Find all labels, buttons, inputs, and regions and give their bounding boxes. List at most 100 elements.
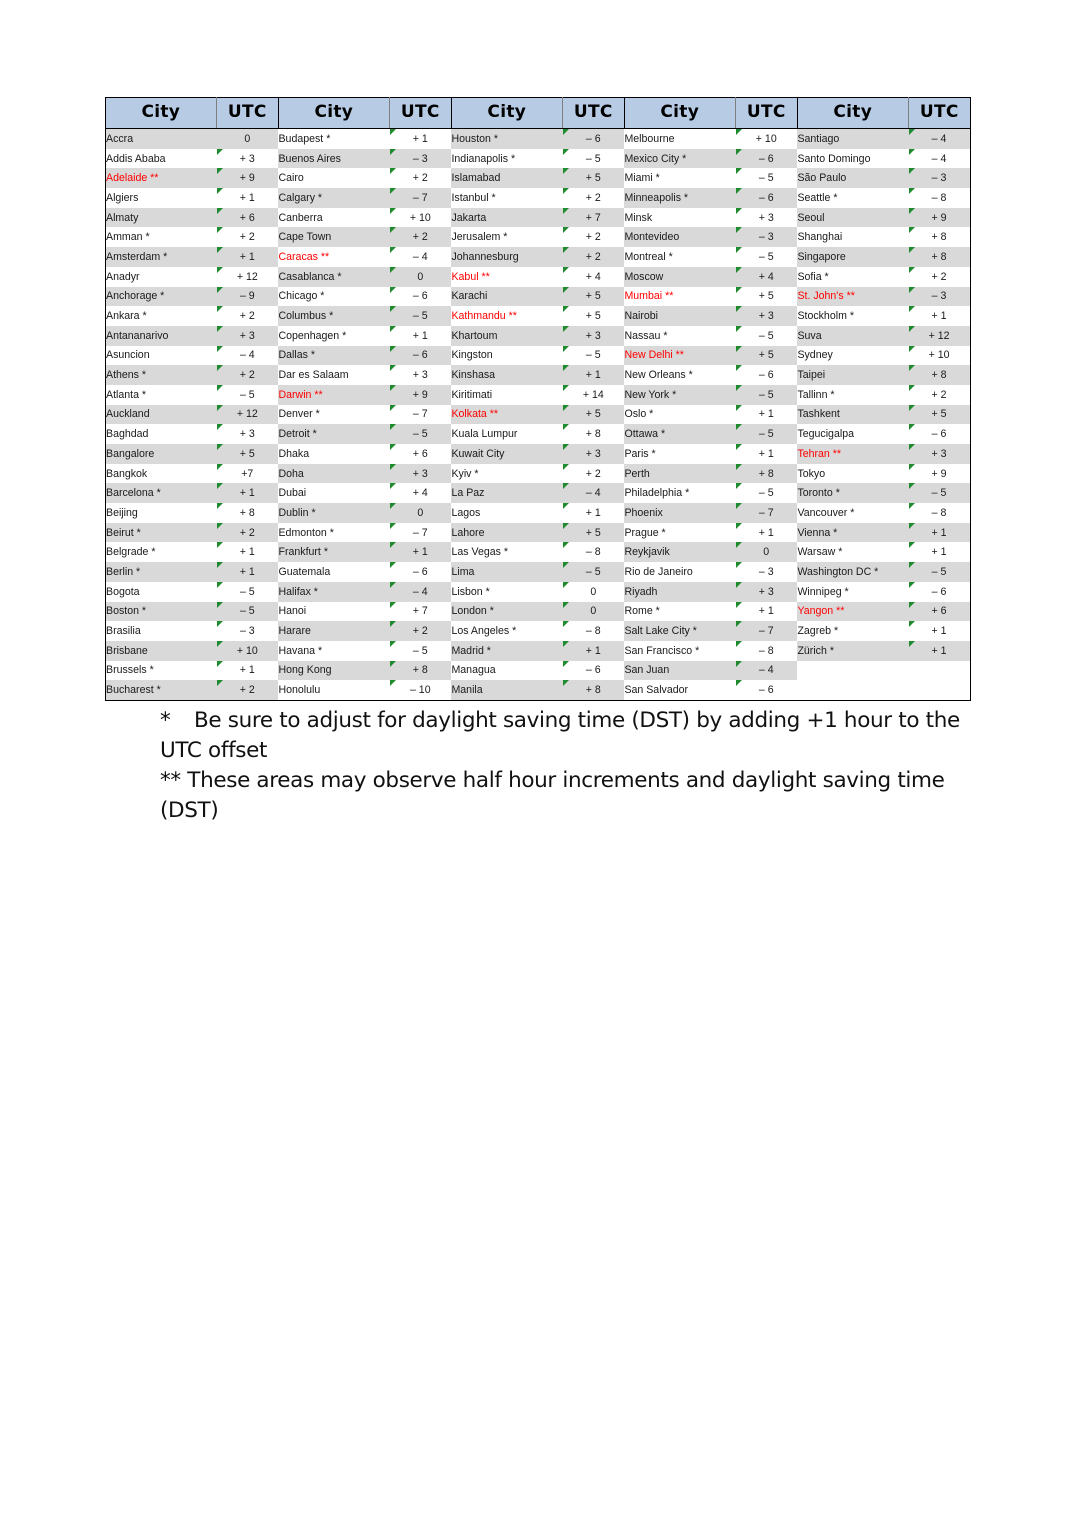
cell-city: Kuala Lumpur	[451, 424, 563, 444]
cell-utc-offset: + 3	[389, 463, 452, 484]
cell-city: Karachi	[451, 286, 563, 307]
table-row: Almaty + 6 Canberra + 10 Jakarta + 7 Minsk + 3S…	[105, 207, 971, 228]
cell-city: New Orleans *	[624, 365, 736, 385]
cell-city: Riyadh	[624, 581, 736, 602]
cell-city: Honolulu	[278, 680, 390, 701]
table-row: Accra 0 Budapest * + 1 Houston * – 6 Melbourne…	[105, 128, 971, 149]
header-city-2: City	[277, 97, 390, 129]
cell-utc-offset: – 5	[908, 562, 971, 582]
cell-city: Addis Ababa	[105, 148, 217, 169]
cell-utc-offset: – 7	[389, 522, 452, 543]
cell-utc-offset: + 4	[389, 483, 452, 504]
cell-city: St. John's **	[797, 286, 909, 307]
cell-utc-offset: + 8	[562, 680, 625, 701]
cell-utc-offset: + 3	[562, 325, 625, 346]
cell-city: Phoenix	[624, 503, 736, 523]
cell-city: Detroit *	[278, 424, 390, 444]
table-row: Amsterdam * + 1 Caracas ** – 4 Johannesburg +…	[105, 247, 971, 267]
cell-city: Beijing	[105, 503, 217, 523]
cell-city: Tashkent	[797, 404, 909, 425]
cell-utc-offset: + 6	[389, 444, 452, 464]
cell-utc-offset: + 3	[908, 444, 971, 464]
cell-utc-offset: – 3	[735, 562, 798, 582]
cell-utc-offset: + 6	[216, 207, 279, 228]
cell-city: Anadyr	[105, 266, 217, 287]
cell-city: Chicago *	[278, 286, 390, 307]
cell-city: Tehran **	[797, 444, 909, 464]
cell-utc-offset: – 6	[908, 581, 971, 602]
cell-city: Brisbane	[105, 640, 217, 661]
cell-utc-offset: + 1	[562, 640, 625, 661]
cell-utc-offset	[908, 660, 971, 681]
cell-utc-offset: + 1	[908, 522, 971, 543]
cell-utc-offset: + 2	[216, 680, 279, 701]
cell-utc-offset: – 5	[735, 483, 798, 504]
cell-utc-offset: + 1	[216, 483, 279, 504]
cell-city: Jakarta	[451, 207, 563, 228]
table-row: Algiers + 1 Calgary * – 7 Istanbul * + 2 Minne…	[105, 188, 971, 208]
cell-utc-offset: – 4	[389, 247, 452, 267]
cell-utc-offset: + 1	[735, 404, 798, 425]
cell-city: Nassau *	[624, 325, 736, 346]
cell-utc-offset: + 2	[389, 227, 452, 248]
cell-utc-offset: – 6	[389, 562, 452, 582]
cell-city: Budapest *	[278, 128, 390, 149]
cell-city: Bangalore	[105, 444, 217, 464]
cell-utc-offset: – 8	[908, 188, 971, 208]
cell-utc-offset: + 9	[908, 463, 971, 484]
cell-city: Kyiv *	[451, 463, 563, 484]
cell-utc-offset: – 6	[735, 148, 798, 169]
cell-utc-offset: + 4	[562, 266, 625, 287]
cell-city: Athens *	[105, 365, 217, 385]
cell-city: Berlin *	[105, 562, 217, 582]
cell-utc-offset: – 4	[735, 660, 798, 681]
cell-utc-offset	[908, 680, 971, 701]
cell-city: Winnipeg *	[797, 581, 909, 602]
cell-utc-offset: – 3	[389, 148, 452, 169]
cell-city: Yangon **	[797, 601, 909, 622]
cell-city: Madrid *	[451, 640, 563, 661]
cell-city: Dar es Salaam	[278, 365, 390, 385]
cell-utc-offset: 0	[735, 542, 798, 563]
cell-utc-offset: + 1	[389, 128, 452, 149]
cell-city: Kingston	[451, 345, 563, 366]
cell-utc-offset: + 5	[562, 168, 625, 189]
timezone-table: City UTC City UTC City UTC City UTC City UTC Accr…	[105, 97, 972, 701]
cell-utc-offset: + 8	[216, 503, 279, 523]
cell-utc-offset: – 3	[216, 621, 279, 641]
cell-city: Istanbul *	[451, 188, 563, 208]
cell-utc-offset: + 2	[562, 227, 625, 248]
cell-city: Boston *	[105, 601, 217, 622]
table-body: Accra 0 Budapest * + 1 Houston * – 6 Melbourne…	[105, 128, 971, 701]
cell-city: Algiers	[105, 188, 217, 208]
cell-city: Amsterdam *	[105, 247, 217, 267]
cell-city: Kabul **	[451, 266, 563, 287]
cell-utc-offset: – 5	[216, 581, 279, 602]
cell-city: Los Angeles *	[451, 621, 563, 641]
table-row: Ankara * + 2 Columbus * – 5 Kathmandu ** + 5N…	[105, 306, 971, 326]
cell-city: Harare	[278, 621, 390, 641]
cell-utc-offset: + 4	[735, 266, 798, 287]
cell-utc-offset: + 5	[735, 345, 798, 366]
cell-city: Washington DC *	[797, 562, 909, 582]
cell-utc-offset: – 5	[908, 483, 971, 504]
cell-utc-offset: – 6	[562, 128, 625, 149]
table-row: Anadyr + 12 Casablanca * 0 Kabul ** + 4 Moscow…	[105, 266, 971, 287]
cell-city: London *	[451, 601, 563, 622]
cell-city: Brussels *	[105, 660, 217, 681]
table-row: Baghdad + 3 Detroit * – 5 Kuala Lumpur + 8 Ott…	[105, 424, 971, 444]
cell-city: Cairo	[278, 168, 390, 189]
cell-utc-offset: 0	[562, 601, 625, 622]
cell-utc-offset: – 6	[908, 424, 971, 444]
cell-utc-offset: – 6	[562, 660, 625, 681]
cell-utc-offset: + 7	[389, 601, 452, 622]
table-row: Brasilia – 3 Harare + 2 Los Angeles * – 8 Salt…	[105, 621, 971, 641]
cell-city: Anchorage *	[105, 286, 217, 307]
cell-city: Mumbai **	[624, 286, 736, 307]
cell-utc-offset: + 14	[562, 384, 625, 405]
cell-utc-offset: + 3	[216, 148, 279, 169]
cell-utc-offset: + 1	[562, 365, 625, 385]
table-row: Boston * – 5 Hanoi + 7 London * 0 Rome * + 1 Yan…	[105, 601, 971, 622]
cell-utc-offset: + 8	[735, 463, 798, 484]
cell-utc-offset: + 2	[562, 463, 625, 484]
